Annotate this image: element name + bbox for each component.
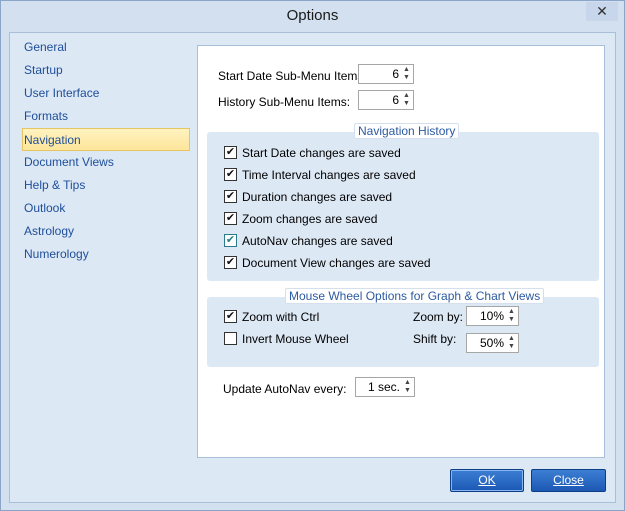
- checkbox-time-interval-label: Time Interval changes are saved: [242, 168, 416, 182]
- sidebar-item-astrology[interactable]: Astrology: [11, 220, 191, 243]
- checkbox-duration[interactable]: ✔: [224, 190, 237, 203]
- options-sidebar: General Startup User Interface Formats N…: [11, 36, 191, 266]
- checkbox-zoom-label: Zoom changes are saved: [242, 212, 378, 226]
- autonav-interval-value: 1 sec.: [367, 380, 400, 394]
- history-items-stepper[interactable]: 6 ▲ ▼: [358, 90, 414, 110]
- shift-by-value: 50%: [479, 336, 504, 350]
- shift-by-label: Shift by:: [413, 332, 457, 346]
- autonav-interval-stepper[interactable]: 1 sec. ▲ ▼: [355, 377, 415, 397]
- checkbox-document-view[interactable]: ✔: [224, 256, 237, 269]
- navigation-history-group: Navigation History ✔ Start Date changes …: [207, 123, 599, 281]
- sidebar-item-outlook[interactable]: Outlook: [11, 197, 191, 220]
- checkbox-invert-mouse-wheel-label: Invert Mouse Wheel: [242, 332, 349, 346]
- options-window: Options ✕ General Startup User Interface…: [0, 0, 625, 511]
- zoom-by-label: Zoom by:: [413, 310, 464, 324]
- navigation-history-title: Navigation History: [354, 123, 460, 139]
- window-title: Options: [286, 7, 339, 24]
- checkbox-document-view-label: Document View changes are saved: [242, 256, 431, 270]
- history-items-label: History Sub-Menu Items:: [218, 95, 351, 109]
- checkbox-time-interval[interactable]: ✔: [224, 168, 237, 181]
- mouse-wheel-group: Mouse Wheel Options for Graph & Chart Vi…: [207, 288, 599, 367]
- ok-button[interactable]: OK: [450, 469, 524, 492]
- sidebar-item-document-views[interactable]: Document Views: [11, 151, 191, 174]
- mouse-wheel-title: Mouse Wheel Options for Graph & Chart Vi…: [285, 288, 545, 304]
- navigation-settings-panel: Start Date Sub-Menu Items: 6 ▲ ▼ History …: [197, 45, 605, 458]
- start-date-items-stepper[interactable]: 6 ▲ ▼: [358, 64, 414, 84]
- spin-arrows-icon[interactable]: ▲ ▼: [402, 92, 411, 108]
- dialog-client: General Startup User Interface Formats N…: [9, 32, 616, 503]
- spin-arrows-icon[interactable]: ▲ ▼: [403, 379, 412, 395]
- shift-by-stepper[interactable]: 50% ▲ ▼: [466, 333, 519, 353]
- sidebar-item-user-interface[interactable]: User Interface: [11, 82, 191, 105]
- checkbox-autonav[interactable]: ✔: [224, 234, 237, 247]
- sidebar-item-navigation[interactable]: Navigation: [22, 128, 190, 151]
- sidebar-item-formats[interactable]: Formats: [11, 105, 191, 128]
- zoom-by-value: 10%: [479, 309, 504, 323]
- close-button[interactable]: Close: [531, 469, 606, 492]
- spin-arrows-icon[interactable]: ▲ ▼: [402, 66, 411, 82]
- sidebar-item-help-tips[interactable]: Help & Tips: [11, 174, 191, 197]
- sidebar-item-numerology[interactable]: Numerology: [11, 243, 191, 266]
- sidebar-item-general[interactable]: General: [11, 36, 191, 59]
- checkbox-duration-label: Duration changes are saved: [242, 190, 393, 204]
- start-date-items-value: 6: [392, 67, 399, 81]
- checkbox-zoom[interactable]: ✔: [224, 212, 237, 225]
- history-items-value: 6: [392, 93, 399, 107]
- checkbox-invert-mouse-wheel[interactable]: [224, 332, 237, 345]
- start-date-items-label: Start Date Sub-Menu Items:: [218, 69, 367, 83]
- checkbox-zoom-with-ctrl[interactable]: ✔: [224, 310, 237, 323]
- spin-arrows-icon[interactable]: ▲ ▼: [507, 335, 516, 351]
- title-bar: Options ✕: [1, 1, 624, 32]
- spin-arrows-icon[interactable]: ▲ ▼: [507, 308, 516, 324]
- checkbox-start-date[interactable]: ✔: [224, 146, 237, 159]
- zoom-by-stepper[interactable]: 10% ▲ ▼: [466, 306, 519, 326]
- window-close-icon[interactable]: ✕: [586, 2, 618, 21]
- checkbox-autonav-label: AutoNav changes are saved: [242, 234, 393, 248]
- checkbox-start-date-label: Start Date changes are saved: [242, 146, 401, 160]
- checkbox-zoom-with-ctrl-label: Zoom with Ctrl: [242, 310, 320, 324]
- autonav-interval-label: Update AutoNav every:: [223, 382, 347, 396]
- sidebar-item-startup[interactable]: Startup: [11, 59, 191, 82]
